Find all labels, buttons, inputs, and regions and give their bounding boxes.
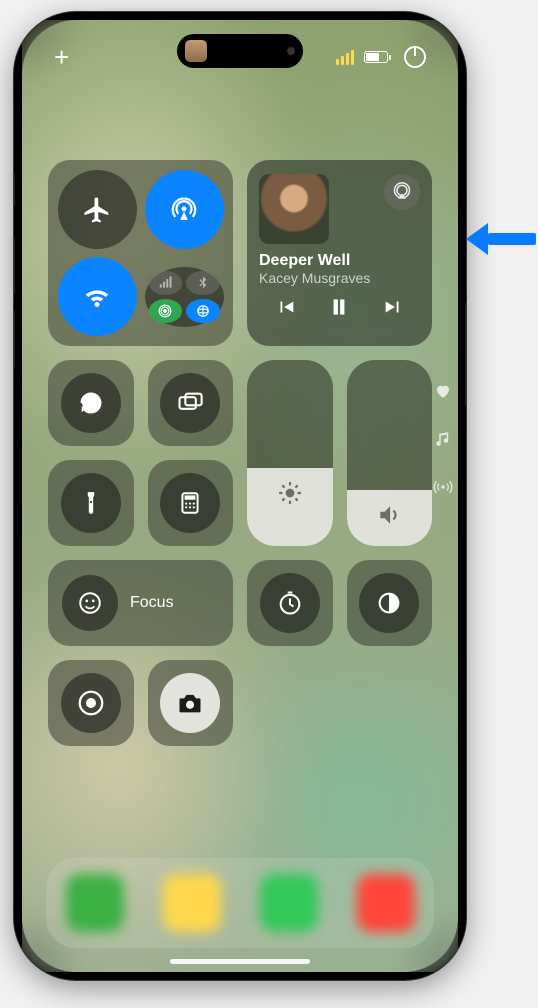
control-center: Deeper Well Kacey Musgraves — [48, 160, 432, 746]
record-icon — [76, 688, 106, 718]
screen-mirroring-button[interactable] — [148, 360, 234, 446]
connectivity-group[interactable] — [48, 160, 233, 346]
dynamic-island[interactable] — [177, 34, 303, 68]
airplane-icon — [82, 195, 112, 225]
annotation-arrow — [466, 224, 536, 254]
airdrop-toggle[interactable] — [145, 170, 224, 249]
globe-icon — [195, 303, 211, 319]
airplay-icon — [392, 182, 412, 202]
hotspot-icon — [157, 303, 173, 319]
cellular-icon — [157, 275, 173, 291]
camera-button[interactable] — [148, 660, 234, 746]
screen-mirroring-icon — [176, 389, 204, 417]
screen-record-button[interactable] — [48, 660, 134, 746]
timer-button[interactable] — [247, 560, 333, 646]
favorite-page-icon[interactable] — [432, 380, 454, 402]
airplay-button[interactable] — [384, 174, 420, 210]
dock — [46, 858, 434, 948]
flashlight-button[interactable] — [48, 460, 134, 546]
connectivity-more[interactable] — [145, 267, 224, 327]
bluetooth-icon — [195, 275, 211, 291]
rotation-lock-toggle[interactable] — [48, 360, 134, 446]
brightness-icon — [277, 480, 303, 506]
home-indicator[interactable] — [170, 959, 310, 964]
phone-frame: + — [14, 12, 466, 980]
previous-icon[interactable] — [273, 296, 299, 318]
wifi-toggle[interactable] — [58, 257, 137, 336]
bluetooth-toggle[interactable] — [186, 271, 220, 295]
calculator-button[interactable] — [148, 460, 234, 546]
power-icon[interactable] — [404, 46, 426, 68]
brightness-slider[interactable] — [247, 360, 333, 546]
battery-icon — [364, 51, 388, 63]
track-title: Deeper Well — [259, 252, 420, 270]
dark-mode-toggle[interactable] — [347, 560, 433, 646]
dock-app-2 — [163, 874, 221, 932]
airplane-mode-toggle[interactable] — [58, 170, 137, 249]
music-page-icon[interactable] — [432, 428, 454, 450]
hotspot-toggle[interactable] — [149, 299, 183, 323]
cellular-toggle[interactable] — [149, 271, 183, 295]
next-icon[interactable] — [380, 296, 406, 318]
calculator-icon — [177, 490, 203, 516]
focus-button[interactable]: Focus — [48, 560, 233, 646]
dock-app-4 — [357, 874, 415, 932]
volume-slider[interactable] — [347, 360, 433, 546]
volume-up-button[interactable] — [14, 236, 15, 294]
satellite-toggle[interactable] — [186, 299, 220, 323]
wifi-icon — [82, 282, 112, 312]
album-art — [259, 174, 329, 244]
rotation-lock-icon — [77, 389, 105, 417]
dock-app-1 — [66, 874, 124, 932]
connectivity-page-icon[interactable] — [432, 476, 454, 498]
now-playing-tile[interactable]: Deeper Well Kacey Musgraves — [247, 160, 432, 346]
camera-dot — [287, 47, 295, 55]
dock-app-3 — [260, 874, 318, 932]
focus-label: Focus — [130, 594, 174, 612]
dark-mode-icon — [375, 589, 403, 617]
track-artist: Kacey Musgraves — [259, 270, 420, 286]
pause-icon[interactable] — [326, 294, 352, 320]
volume-down-button[interactable] — [14, 310, 15, 368]
now-playing-thumbnail — [185, 40, 207, 62]
camera-icon — [176, 689, 204, 717]
page-indicators[interactable] — [432, 380, 454, 498]
timer-icon — [276, 589, 304, 617]
side-button[interactable] — [465, 302, 466, 406]
action-button[interactable] — [14, 172, 15, 206]
cellular-signal-icon — [336, 50, 354, 65]
screen: + — [22, 20, 458, 972]
focus-icon — [77, 590, 103, 616]
airdrop-icon — [169, 195, 199, 225]
flashlight-icon — [78, 490, 104, 516]
volume-icon — [376, 502, 402, 528]
